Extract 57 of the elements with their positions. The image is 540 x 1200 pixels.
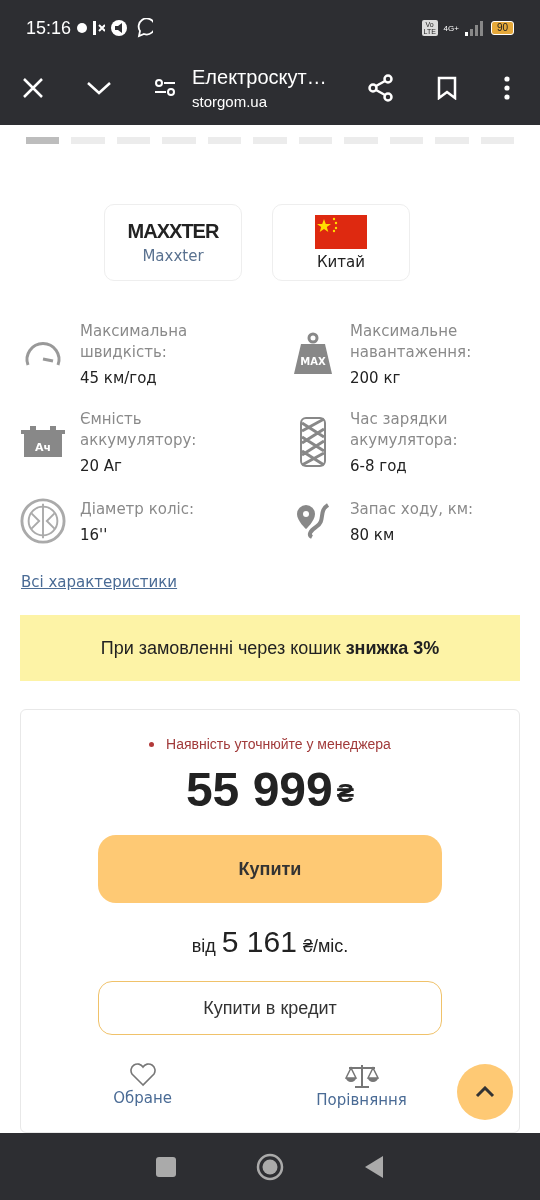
spec-value: 20 Аг <box>80 457 123 475</box>
share-button[interactable] <box>366 72 396 103</box>
buy-button[interactable]: Купити <box>98 835 442 903</box>
home-icon[interactable] <box>256 1152 284 1181</box>
back-icon[interactable] <box>364 1154 384 1179</box>
compare-link[interactable]: Порівняння <box>316 1063 407 1109</box>
megaphone-icon <box>111 20 128 36</box>
spec-label: Діаметр коліс: <box>80 498 195 520</box>
brand-name: Maxxter <box>142 247 204 265</box>
chevron-up-icon <box>475 1086 495 1098</box>
brand-logo: MAXXTER <box>127 220 219 243</box>
bookmark-icon <box>437 75 457 100</box>
page-url: storgom.ua <box>192 92 269 110</box>
close-icon <box>22 76 44 99</box>
recents-icon[interactable] <box>156 1156 176 1177</box>
installment-unit: ₴/міс. <box>302 936 349 957</box>
spec-label: Максимальна швидкість: <box>80 321 189 363</box>
price: 55 999 <box>185 762 333 817</box>
installment-prefix: від <box>191 936 216 957</box>
spec-label: Запас ходу, км: <box>350 498 475 520</box>
cable-icon <box>300 417 326 467</box>
all-specs-link[interactable]: Всі характеристики <box>21 573 178 591</box>
spec-value: 200 кг <box>350 369 402 387</box>
favorites-link[interactable]: Обране <box>113 1063 172 1109</box>
spec-value: 16'' <box>80 525 109 544</box>
brand-card[interactable]: MAXXTER Maxxter <box>104 204 242 281</box>
availability-text: Наявність уточнюйте у менеджера <box>166 736 391 752</box>
muted-icon <box>93 21 106 35</box>
battery-indicator: 90 <box>490 21 514 35</box>
spec-label: Час зарядки акумулятора: <box>350 409 459 451</box>
record-icon <box>77 23 88 33</box>
signal-icon <box>464 20 485 36</box>
scroll-up-button[interactable] <box>457 1064 513 1120</box>
more-icon <box>504 75 510 100</box>
page-title: Електроскут… <box>192 65 328 89</box>
spec-label: Ємність аккумулятору: <box>80 409 198 451</box>
flag-icon <box>315 214 367 249</box>
wheel-icon <box>20 497 66 545</box>
credit-button[interactable]: Купити в кредит <box>98 981 442 1035</box>
route-pin-icon <box>296 503 330 539</box>
installment-amount: 5 161 <box>221 925 297 959</box>
share-icon <box>368 73 394 102</box>
chevron-down-icon <box>86 79 112 96</box>
availability-dot <box>149 741 155 747</box>
spec-label: Максимальне навантаження: <box>350 321 473 363</box>
spec-value: 45 км/год <box>80 369 158 387</box>
clock: 15:16 <box>26 17 72 39</box>
scales-icon <box>344 1063 379 1089</box>
settings-icon <box>154 77 176 98</box>
gallery-indicator[interactable] <box>26 137 60 144</box>
currency-sign: ₴ <box>336 778 355 809</box>
discount-text: При замовленні через кошик знижка 3% <box>100 637 440 659</box>
spec-value: 80 км <box>350 525 396 544</box>
heart-icon <box>128 1063 157 1087</box>
network-type: 4G+ <box>443 23 459 33</box>
country-name: Китай <box>316 252 366 271</box>
spec-value: 6-8 год <box>350 457 408 475</box>
